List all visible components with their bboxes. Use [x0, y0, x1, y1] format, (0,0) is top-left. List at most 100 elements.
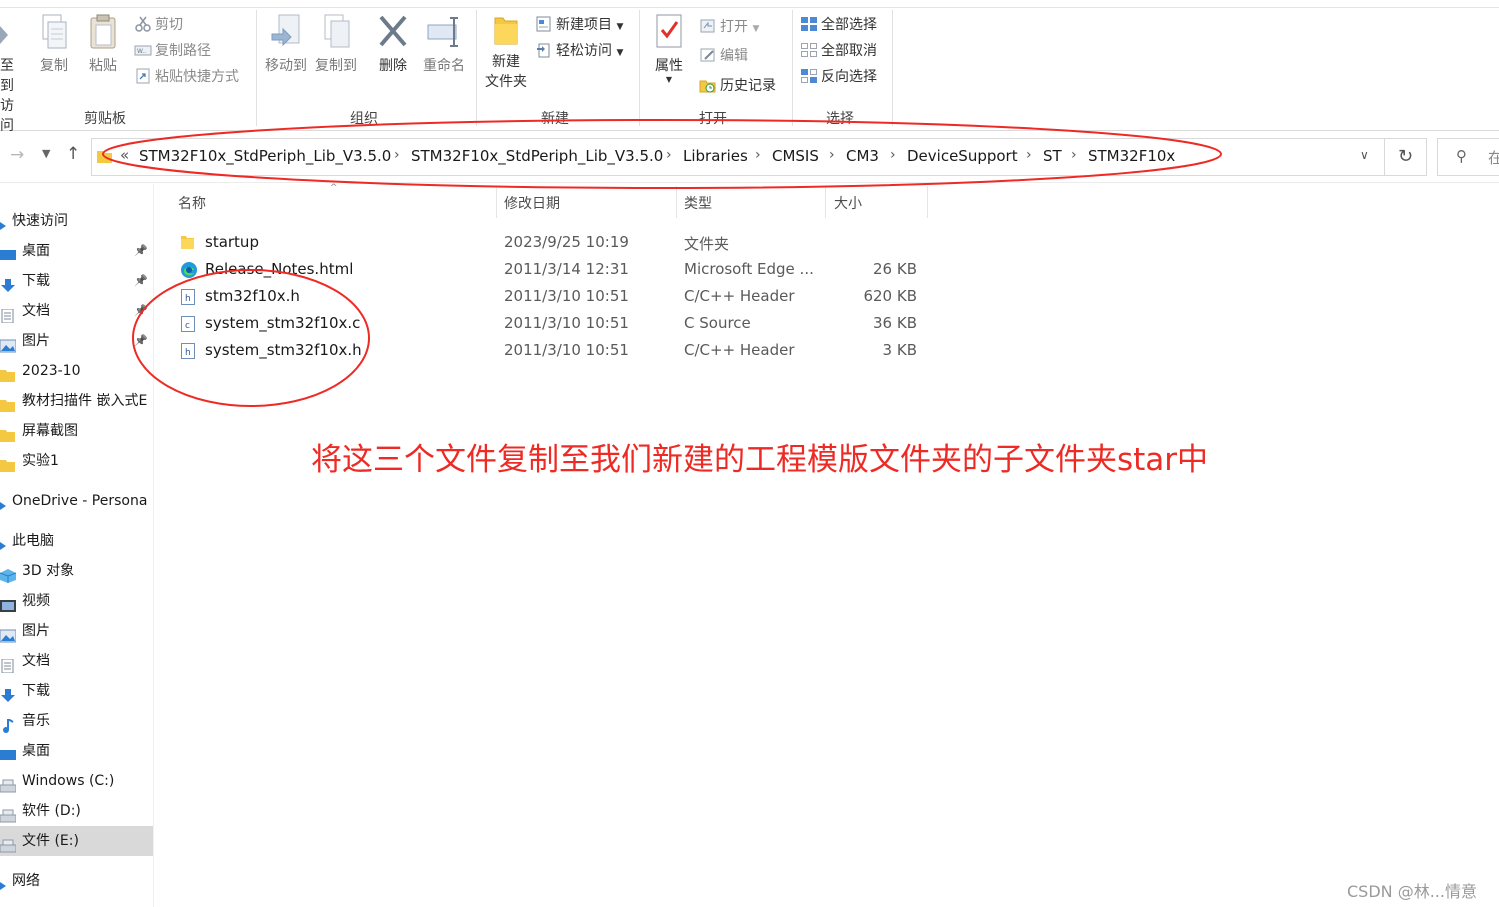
- file-row[interactable]: Release_Notes.html 2011/3/14 12:31 Microso…: [170, 256, 930, 283]
- picture-icon: [0, 334, 17, 353]
- up-arrow-icon[interactable]: ↑: [66, 144, 80, 164]
- pin-icon[interactable]: 📌: [134, 266, 148, 296]
- pin-icon[interactable]: 📌: [134, 296, 148, 326]
- breadcrumb-item[interactable]: CM3: [846, 147, 879, 165]
- breadcrumb-separator-icon[interactable]: ›: [829, 147, 835, 163]
- history-button[interactable]: 历史记录: [699, 75, 776, 97]
- file-name: stm32f10x.h: [205, 287, 300, 305]
- invert-selection-button[interactable]: 反向选择: [800, 66, 877, 88]
- drive-icon: [0, 804, 17, 823]
- column-header-date[interactable]: 修改日期: [504, 193, 560, 213]
- ribbon: 至到 访问 复制 粘贴 剪切 W.. 复制路径 粘贴快捷方式 剪贴板 移动到 复制…: [0, 0, 1499, 134]
- breadcrumb-item[interactable]: Libraries: [683, 147, 748, 165]
- new-item-button[interactable]: 新建项目 ▼: [535, 14, 623, 36]
- search-box[interactable]: ⚲ 在: [1437, 138, 1499, 176]
- open-button[interactable]: 打开 ▼: [699, 16, 759, 38]
- sidebar-item-label: 下载: [22, 273, 50, 289]
- search-placeholder[interactable]: 在: [1488, 147, 1499, 168]
- address-history-chevron-icon[interactable]: ∨: [1360, 148, 1369, 162]
- paste-button[interactable]: 粘贴: [83, 12, 123, 76]
- breadcrumb-item[interactable]: STM32F10x_StdPeriph_Lib_V3.5.0: [139, 147, 391, 165]
- breadcrumb-separator-icon[interactable]: ›: [755, 147, 761, 163]
- sidebar-item[interactable]: 桌面 📌: [0, 236, 153, 266]
- select-all-button[interactable]: 全部选择: [800, 14, 877, 36]
- new-folder-button[interactable]: 新建 文件夹: [482, 12, 530, 92]
- breadcrumb-item[interactable]: CMSIS: [772, 147, 819, 165]
- folder-icon: [0, 424, 16, 442]
- file-row[interactable]: c system_stm32f10x.c 2011/3/10 10:51 C Sour…: [170, 310, 930, 337]
- column-header-size[interactable]: 大小: [834, 193, 862, 213]
- file-row[interactable]: h stm32f10x.h 2011/3/10 10:51 C/C++ Header 6…: [170, 283, 930, 310]
- sidebar-item[interactable]: 快速访问: [0, 206, 153, 236]
- column-separator[interactable]: [676, 186, 677, 218]
- breadcrumb-item[interactable]: ST: [1043, 147, 1062, 165]
- pin-icon[interactable]: 📌: [134, 326, 148, 356]
- sidebar-item[interactable]: 教材扫描件 嵌入式E: [0, 386, 153, 416]
- sidebar-item-label: 3D 对象: [22, 563, 75, 579]
- sidebar-item[interactable]: 桌面: [0, 736, 153, 766]
- column-separator[interactable]: [825, 186, 826, 218]
- forward-arrow-icon[interactable]: →: [10, 145, 24, 165]
- column-header-name[interactable]: 名称: [178, 193, 206, 213]
- sidebar-item[interactable]: 下载 📌: [0, 266, 153, 296]
- easy-access-button[interactable]: 轻松访问 ▼: [535, 40, 623, 62]
- edge-icon: [180, 261, 197, 279]
- copy-to-label: 复制到: [315, 58, 357, 74]
- sidebar-item[interactable]: 文档 📌: [0, 296, 153, 326]
- sidebar-item[interactable]: 视频: [0, 586, 153, 616]
- sidebar-item[interactable]: 图片 📌: [0, 326, 153, 356]
- search-icon: ⚲: [1456, 147, 1467, 165]
- column-separator[interactable]: [496, 186, 497, 218]
- breadcrumb-item-current[interactable]: STM32F10x: [1088, 147, 1175, 165]
- column-header-type[interactable]: 类型: [684, 193, 712, 213]
- column-separator[interactable]: [927, 186, 928, 218]
- select-none-button[interactable]: 全部取消: [800, 40, 877, 62]
- sidebar-item[interactable]: Windows (C:): [0, 766, 153, 796]
- ribbon-tab-strip: [0, 0, 1499, 8]
- breadcrumb-separator-icon[interactable]: ›: [1071, 147, 1077, 163]
- delete-button[interactable]: 删除: [374, 12, 412, 76]
- sidebar-item[interactable]: OneDrive - Persona: [0, 486, 153, 516]
- open-icon: [700, 19, 715, 33]
- recent-locations-chevron-icon[interactable]: ▼: [42, 147, 50, 160]
- move-to-button[interactable]: 移动到: [262, 12, 310, 76]
- sidebar-item[interactable]: 文件 (E:): [0, 826, 153, 856]
- properties-button[interactable]: 属性 ▼: [648, 12, 690, 84]
- copy-to-button[interactable]: 复制到: [312, 12, 360, 76]
- breadcrumb-separator-icon[interactable]: ›: [666, 147, 672, 163]
- copy-button[interactable]: 复制: [34, 12, 74, 76]
- breadcrumb-separator-icon[interactable]: ›: [890, 147, 896, 163]
- file-row[interactable]: startup 2023/9/25 10:19 文件夹: [170, 229, 930, 256]
- cut-button[interactable]: 剪切: [134, 14, 183, 36]
- breadcrumb-item[interactable]: DeviceSupport: [907, 147, 1018, 165]
- sidebar-item[interactable]: 音乐: [0, 706, 153, 736]
- edit-button[interactable]: 编辑: [699, 45, 748, 67]
- sidebar-item[interactable]: 3D 对象: [0, 556, 153, 586]
- sidebar-item-label: 2023-10: [22, 363, 81, 379]
- ribbon-separator: [476, 10, 477, 126]
- pin-to-quick-access-button[interactable]: 至到 访问: [0, 22, 26, 136]
- sidebar-item[interactable]: 实验1: [0, 446, 153, 476]
- file-row[interactable]: h system_stm32f10x.h 2011/3/10 10:51 C/C++ …: [170, 337, 930, 364]
- folder-icon: [0, 454, 16, 472]
- paste-shortcut-button[interactable]: 粘贴快捷方式: [134, 66, 239, 88]
- breadcrumb-separator-icon[interactable]: ›: [394, 147, 400, 163]
- rename-button[interactable]: 重命名: [420, 12, 468, 76]
- sidebar-item[interactable]: 此电脑: [0, 526, 153, 556]
- refresh-icon[interactable]: ↻: [1385, 138, 1427, 176]
- pin-icon[interactable]: 📌: [134, 236, 148, 266]
- copy-path-button[interactable]: W.. 复制路径: [134, 40, 211, 62]
- desktop-icon: [0, 744, 16, 760]
- sidebar-item[interactable]: 网络: [0, 866, 153, 896]
- pin-label-line2: 访问: [0, 98, 14, 134]
- sidebar-item[interactable]: 屏幕截图: [0, 416, 153, 446]
- breadcrumb-item[interactable]: STM32F10x_StdPeriph_Lib_V3.5.0: [411, 147, 663, 165]
- breadcrumb-separator-icon[interactable]: ›: [1026, 147, 1032, 163]
- sidebar-item[interactable]: 下载: [0, 676, 153, 706]
- copy-path-icon: W..: [134, 45, 152, 56]
- sidebar-item[interactable]: 图片: [0, 616, 153, 646]
- breadcrumb-overflow[interactable]: «: [120, 146, 129, 164]
- sidebar-item[interactable]: 软件 (D:): [0, 796, 153, 826]
- sidebar-item[interactable]: 2023-10: [0, 356, 153, 386]
- sidebar-item[interactable]: 文档: [0, 646, 153, 676]
